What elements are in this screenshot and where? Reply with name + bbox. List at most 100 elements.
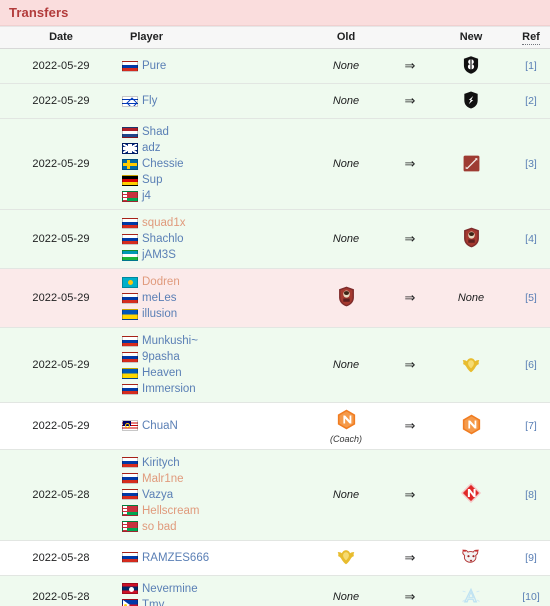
player-link[interactable]: Hellscream (142, 503, 200, 519)
reference-link[interactable]: [9] (525, 552, 537, 564)
player-link[interactable]: illusion (142, 306, 177, 322)
player-entry: Nevermine (122, 581, 302, 597)
reference-link[interactable]: [3] (525, 158, 537, 170)
player-entry: meLes (122, 290, 302, 306)
reference-link[interactable]: [7] (525, 420, 537, 432)
player-entry: illusion (122, 306, 302, 322)
player-link[interactable]: Heaven (142, 365, 182, 381)
none-label: None (332, 158, 360, 170)
new-team (430, 327, 512, 403)
team-hex-orange-icon[interactable] (335, 408, 357, 430)
reference-link[interactable]: [10] (522, 591, 540, 603)
page-title: Transfers (9, 5, 69, 20)
player-entry: so bad (122, 519, 302, 535)
player-link[interactable]: Malr1ne (142, 471, 184, 487)
new-team (430, 209, 512, 269)
player-entry: j4 (122, 188, 302, 204)
old-team: None (302, 209, 390, 269)
transfer-date: 2022-05-29 (0, 327, 122, 403)
player-entry: adz (122, 140, 302, 156)
team-dota-red-icon[interactable] (460, 152, 482, 174)
player-link[interactable]: squad1x (142, 215, 185, 231)
old-team: None (302, 449, 390, 541)
transfer-arrow-icon: ⇒ (390, 48, 430, 84)
old-team: (Coach) (302, 402, 390, 450)
player-link[interactable]: Nevermine (142, 581, 198, 597)
reference-cell: [5] (512, 268, 550, 328)
player-link[interactable]: adz (142, 140, 161, 156)
none-label: None (332, 590, 360, 603)
player-link[interactable]: Pure (142, 58, 166, 74)
player-entry: Malr1ne (122, 471, 302, 487)
player-link[interactable]: Shad (142, 124, 169, 140)
player-entry: Fly (122, 93, 302, 109)
player-entry: Tmv (122, 597, 302, 606)
table-row: 2022-05-28 Nevermine Tmv None ⇒ [10] (0, 575, 550, 606)
player-link[interactable]: Sup (142, 172, 162, 188)
team-hex-orange-icon[interactable] (460, 414, 482, 436)
flag-russia-icon (122, 552, 138, 563)
new-team (430, 540, 512, 576)
player-link[interactable]: Kiritych (142, 455, 180, 471)
old-team: None (302, 327, 390, 403)
player-entry: ChuaN (122, 418, 302, 434)
player-entry: Immersion (122, 381, 302, 397)
player-link[interactable]: ChuaN (142, 418, 178, 434)
transfer-date: 2022-05-28 (0, 540, 122, 576)
flag-uzbekistan-icon (122, 249, 138, 261)
reference-link[interactable]: [2] (525, 95, 537, 107)
none-label: None (332, 359, 360, 371)
team-bull-white-icon[interactable] (460, 546, 482, 568)
ref-abbr[interactable]: Ref (522, 31, 540, 45)
player-link[interactable]: jAM3S (142, 247, 176, 263)
new-team (430, 449, 512, 541)
team-crest-maroon-icon[interactable] (460, 227, 482, 249)
flag-russia-icon (122, 473, 138, 484)
player-link[interactable]: Fly (142, 93, 157, 109)
flag-russia-icon (122, 335, 138, 347)
table-header-row: Date Player Old New Ref (0, 26, 550, 49)
player-entry: 9pasha (122, 349, 302, 365)
transfer-arrow-icon: ⇒ (390, 402, 430, 450)
transfer-arrow-icon: ⇒ (390, 83, 430, 119)
transfer-arrow-icon: ⇒ (390, 327, 430, 403)
player-link[interactable]: Munkushi~ (142, 333, 198, 349)
team-shield-black-icon[interactable] (460, 54, 482, 76)
reference-link[interactable]: [4] (525, 233, 537, 245)
transfer-players: Nevermine Tmv (122, 575, 302, 606)
player-entry: Kiritych (122, 455, 302, 471)
transfer-date: 2022-05-29 (0, 118, 122, 210)
old-team: None (302, 48, 390, 84)
flag-germany-icon (122, 174, 138, 186)
player-link[interactable]: meLes (142, 290, 177, 306)
none-label: None (332, 95, 360, 107)
team-wings-gold-icon[interactable] (460, 354, 482, 376)
player-link[interactable]: so bad (142, 519, 177, 535)
reference-cell: [4] (512, 209, 550, 269)
team-a-lightblue-icon[interactable] (460, 585, 482, 606)
player-link[interactable]: 9pasha (142, 349, 180, 365)
column-header-new: New (430, 26, 512, 49)
player-link[interactable]: Immersion (142, 381, 196, 397)
team-diamond-red-n-icon[interactable] (460, 482, 482, 504)
reference-link[interactable]: [6] (525, 359, 537, 371)
player-link[interactable]: Shachlo (142, 231, 184, 247)
team-crest-maroon-icon[interactable] (335, 286, 357, 308)
reference-link[interactable]: [1] (525, 60, 537, 72)
player-link[interactable]: Tmv (142, 597, 164, 606)
new-team (430, 83, 512, 119)
team-wings-gold-icon[interactable] (335, 546, 357, 568)
player-link[interactable]: RAMZES666 (142, 550, 209, 566)
none-label: None (457, 292, 485, 304)
new-team: None (430, 268, 512, 328)
player-link[interactable]: Vazya (142, 487, 173, 503)
player-link[interactable]: Chessie (142, 156, 184, 172)
team-g-black-icon[interactable] (460, 89, 482, 111)
player-link[interactable]: j4 (142, 188, 151, 204)
player-entry: Sup (122, 172, 302, 188)
reference-link[interactable]: [8] (525, 489, 537, 501)
table-row: 2022-05-28 RAMZES666 ⇒ [9] (0, 540, 550, 576)
player-link[interactable]: Dodren (142, 274, 180, 290)
column-header-old: Old (302, 26, 390, 49)
reference-link[interactable]: [5] (525, 292, 537, 304)
